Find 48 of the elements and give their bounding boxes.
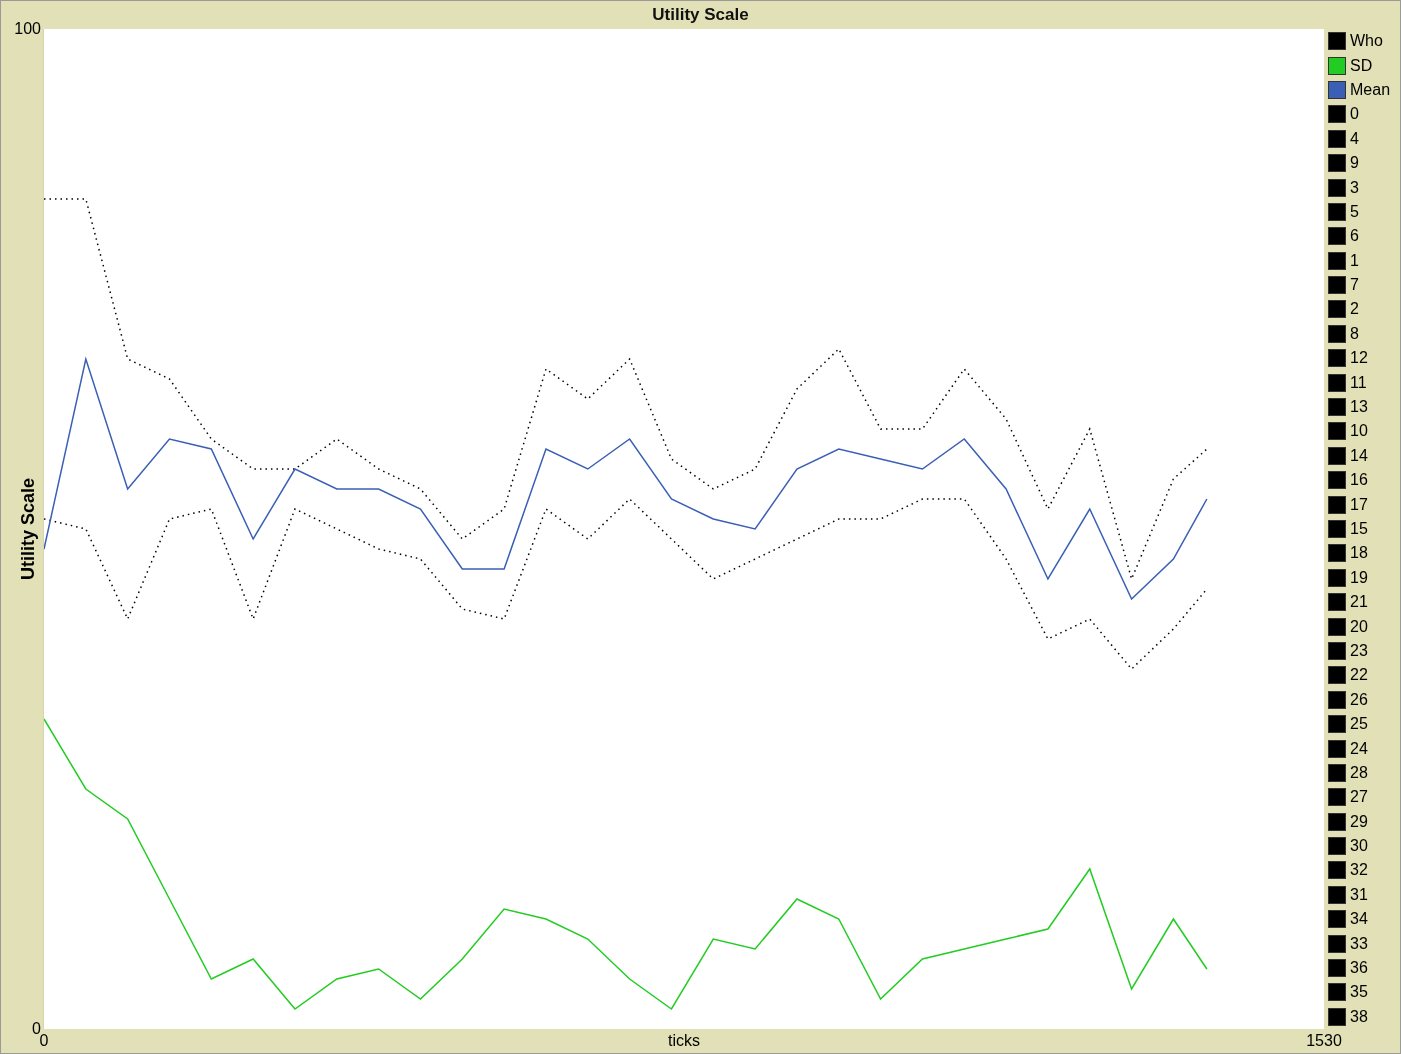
legend-label: 26 (1350, 691, 1368, 708)
legend-label: 4 (1350, 130, 1359, 147)
legend-label: 5 (1350, 203, 1359, 220)
y-tick-label: 0 (32, 1021, 42, 1037)
legend-label: 8 (1350, 325, 1359, 342)
legend-label: 17 (1350, 496, 1368, 513)
legend-label: 20 (1350, 618, 1368, 635)
legend-label: 29 (1350, 813, 1368, 830)
legend-label: 12 (1350, 350, 1368, 367)
legend-label: 3 (1350, 179, 1359, 196)
legend-label: 23 (1350, 642, 1368, 659)
x-axis-title: ticks (668, 1031, 700, 1049)
legend-label: 38 (1350, 1008, 1368, 1025)
y-axis-title: Utility Scale (17, 477, 39, 580)
legend-label: 7 (1350, 277, 1359, 294)
legend-label: SD (1350, 57, 1373, 74)
legend-label: 30 (1350, 838, 1368, 855)
x-tick-label: 1530 (1306, 1031, 1342, 1049)
legend-label: 16 (1350, 472, 1368, 489)
legend-label: 18 (1350, 545, 1368, 562)
x-tick-label: 0 (39, 1032, 49, 1049)
legend-label: 14 (1350, 447, 1368, 464)
legend-label: 10 (1350, 423, 1368, 440)
legend-label: Who (1350, 33, 1383, 50)
legend-label: 13 (1350, 399, 1368, 416)
legend-label: 19 (1350, 569, 1368, 586)
legend-label: 34 (1350, 911, 1368, 928)
legend-label: 6 (1350, 228, 1359, 245)
legend-label: 28 (1350, 764, 1368, 781)
legend-label: 11 (1350, 374, 1367, 391)
legend-label: 36 (1350, 960, 1368, 977)
legend-label: 22 (1350, 667, 1368, 684)
legend-label: 9 (1350, 155, 1359, 172)
legend-label: Mean (1350, 81, 1391, 98)
legend-label: 25 (1350, 716, 1368, 733)
legend-label: 32 (1350, 862, 1368, 879)
legend-label: 31 (1350, 886, 1368, 903)
legend-label: 15 (1350, 521, 1368, 537)
legend-label: 1 (1350, 252, 1359, 269)
legend-label: 27 (1350, 789, 1368, 806)
plot-title: Utility Scale (652, 4, 749, 27)
legend-label: 33 (1350, 935, 1368, 952)
legend-label: 24 (1350, 740, 1368, 757)
legend-label: 35 (1350, 984, 1368, 1001)
y-tick-label: 100 (14, 21, 42, 37)
legend-label: 0 (1350, 106, 1359, 123)
legend-label: 21 (1350, 594, 1368, 611)
legend-label: 2 (1350, 301, 1359, 318)
